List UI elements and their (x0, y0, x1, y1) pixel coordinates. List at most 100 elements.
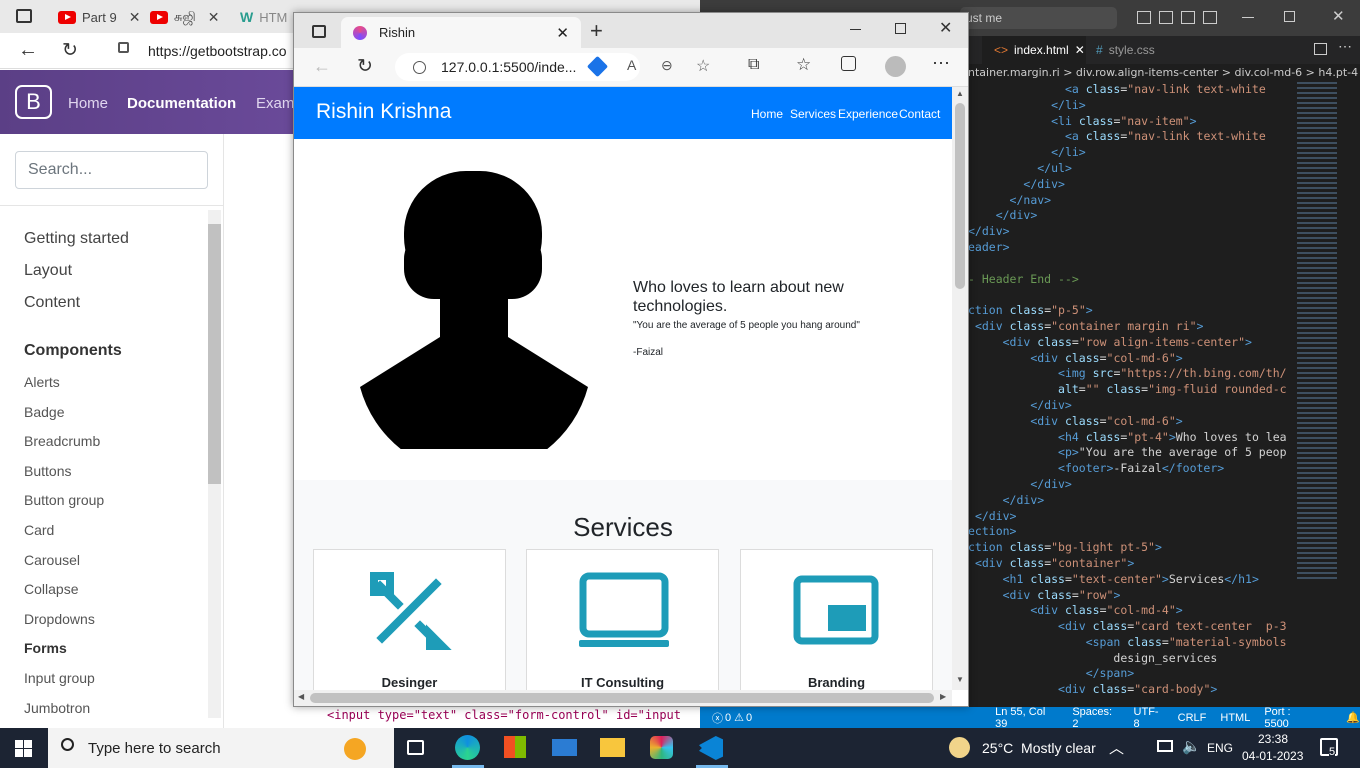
search-highlight-icon[interactable] (344, 738, 366, 760)
maximize-icon[interactable] (1284, 11, 1295, 22)
zoom-out-icon[interactable]: ⊖ (661, 57, 673, 74)
scrollbar-thumb[interactable] (208, 224, 221, 484)
read-aloud-icon[interactable]: A (627, 57, 636, 73)
sidebar-item-jumbotron[interactable]: Jumbotron (24, 700, 90, 716)
back-arrow-icon[interactable]: ← (18, 39, 38, 62)
new-tab-icon[interactable]: + (590, 18, 603, 44)
scroll-left-arrow-icon[interactable]: ◀ (298, 692, 304, 701)
sidebar-item-alerts[interactable]: Alerts (24, 374, 60, 390)
warning-icon[interactable]: ⚠ (734, 711, 744, 724)
slack-taskbar-icon[interactable] (650, 736, 673, 759)
scrollbar-thumb[interactable] (310, 693, 934, 703)
sidebar-item-button-group[interactable]: Button group (24, 492, 104, 508)
sidebar-item-carousel[interactable]: Carousel (24, 552, 80, 568)
sidebar-item-components[interactable]: Components (24, 342, 122, 360)
minimap[interactable] (1293, 82, 1348, 707)
port-status[interactable]: Port : 5500 (1264, 706, 1316, 730)
volume-icon[interactable]: 🔈 (1182, 737, 1201, 755)
weather-moon-icon[interactable] (949, 737, 970, 758)
more-icon[interactable]: ⋯ (932, 53, 950, 74)
reload-icon[interactable]: ↻ (62, 39, 78, 62)
errors-icon[interactable]: ⓧ (712, 710, 723, 726)
close-icon[interactable]: ✕ (556, 24, 569, 42)
page-scrollbar[interactable]: ▲ ▼ (952, 87, 968, 690)
bs-nav-documentation[interactable]: Documentation (127, 95, 236, 112)
bs-nav-home[interactable]: Home (68, 95, 108, 112)
sidebar-item-card[interactable]: Card (24, 522, 54, 538)
sidebar-item-buttons[interactable]: Buttons (24, 463, 71, 479)
split-editor-icon[interactable] (1314, 43, 1327, 55)
notifications-bell-icon[interactable]: 🔔 (1346, 711, 1360, 724)
errors-count[interactable]: 0 (725, 712, 731, 724)
sidebar-item-input-group[interactable]: Input group (24, 670, 95, 686)
bs-nav-examples[interactable]: Exam (256, 95, 294, 112)
minimize-icon[interactable] (850, 29, 861, 30)
maximize-icon[interactable] (895, 23, 906, 34)
scroll-down-arrow-icon[interactable]: ▼ (956, 675, 964, 684)
vscode-taskbar-icon[interactable] (699, 736, 723, 760)
language-indicator[interactable]: ENG (1207, 741, 1233, 755)
site-nav-home[interactable]: Home (751, 107, 783, 121)
layout-icon[interactable] (1159, 11, 1173, 24)
edge-taskbar-icon[interactable] (455, 735, 480, 760)
file-explorer-taskbar-icon[interactable] (600, 738, 625, 757)
task-view-icon[interactable] (407, 740, 424, 755)
layout-icon[interactable] (1137, 11, 1151, 24)
chrome-tab-1[interactable]: Part 9 ✕ (58, 6, 140, 28)
edge-tab-active[interactable]: Rishin ✕ (341, 17, 581, 48)
windows-start-icon[interactable] (15, 740, 32, 757)
site-nav-experience[interactable]: Experience (838, 107, 898, 121)
tab-index-html[interactable]: <> index.html ✕ (982, 36, 1086, 64)
sidebar-item-layout[interactable]: Layout (24, 262, 72, 280)
search-input[interactable]: Search... (15, 151, 208, 189)
scroll-up-arrow-icon[interactable]: ▲ (956, 89, 964, 98)
tab-actions-icon[interactable] (312, 25, 326, 38)
scrollbar-thumb[interactable] (955, 103, 965, 289)
tab-style-css[interactable]: # style.css (1086, 36, 1176, 64)
code-editor[interactable]: <a class="nav-link text-white </li> <li … (968, 82, 1286, 707)
network-icon[interactable] (1157, 740, 1173, 752)
scroll-right-arrow-icon[interactable]: ▶ (940, 692, 946, 701)
add-favorite-icon[interactable]: ☆ (696, 56, 710, 76)
line-ending[interactable]: CRLF (1178, 712, 1207, 724)
close-icon[interactable]: ✕ (208, 9, 220, 26)
cursor-position[interactable]: Ln 55, Col 39 (995, 706, 1058, 730)
close-icon[interactable]: ✕ (129, 9, 141, 26)
reload-icon[interactable]: ↻ (357, 55, 373, 78)
sidebar-item-badge[interactable]: Badge (24, 404, 64, 420)
clock-date[interactable]: 04-01-2023 (1242, 749, 1303, 763)
breadcrumb[interactable]: ntainer.margin.ri > div.row.align-items-… (968, 64, 1360, 82)
close-icon[interactable]: ✕ (1075, 43, 1085, 57)
weather-text[interactable]: 25°C Mostly clear (982, 740, 1096, 756)
command-center[interactable]: ust me (960, 7, 1117, 29)
tab-actions-icon[interactable] (16, 9, 32, 23)
sidebar-scrollbar[interactable] (208, 210, 221, 718)
language-mode[interactable]: HTML (1220, 712, 1250, 724)
page-horizontal-scrollbar[interactable]: ◀ ▶ (294, 690, 952, 706)
site-nav-contact[interactable]: Contact (899, 107, 940, 121)
layout-icon[interactable] (1181, 11, 1195, 24)
more-icon[interactable]: ⋯ (1338, 38, 1352, 55)
encoding[interactable]: UTF-8 (1134, 706, 1164, 730)
warnings-count[interactable]: 0 (746, 712, 752, 724)
profile-avatar[interactable] (885, 56, 906, 77)
sidebar-item-collapse[interactable]: Collapse (24, 581, 78, 597)
chrome-tab-2[interactable]: சுஜி ✕ (150, 6, 219, 28)
clock-time[interactable]: 23:38 (1258, 732, 1288, 746)
layout-icon[interactable] (1203, 11, 1217, 24)
minimize-icon[interactable] (1242, 17, 1254, 18)
chevron-up-icon[interactable]: ︿ (1109, 737, 1124, 758)
store-taskbar-icon[interactable] (504, 736, 526, 758)
back-arrow-icon[interactable]: ← (313, 56, 331, 77)
chrome-tab-3[interactable]: W HTM (240, 6, 287, 28)
chrome-url[interactable]: https://getbootstrap.co (148, 43, 287, 59)
mail-taskbar-icon[interactable] (552, 739, 577, 756)
site-nav-services[interactable]: Services (790, 107, 836, 121)
taskbar-search[interactable]: Type here to search (48, 728, 394, 768)
indentation[interactable]: Spaces: 2 (1072, 706, 1119, 730)
sidebar-item-dropdowns[interactable]: Dropdowns (24, 611, 95, 627)
collections-icon[interactable] (841, 56, 856, 71)
sidebar-item-getting-started[interactable]: Getting started (24, 230, 129, 248)
sidebar-item-breadcrumb[interactable]: Breadcrumb (24, 433, 100, 449)
favorites-icon[interactable]: ☆ (796, 55, 811, 75)
